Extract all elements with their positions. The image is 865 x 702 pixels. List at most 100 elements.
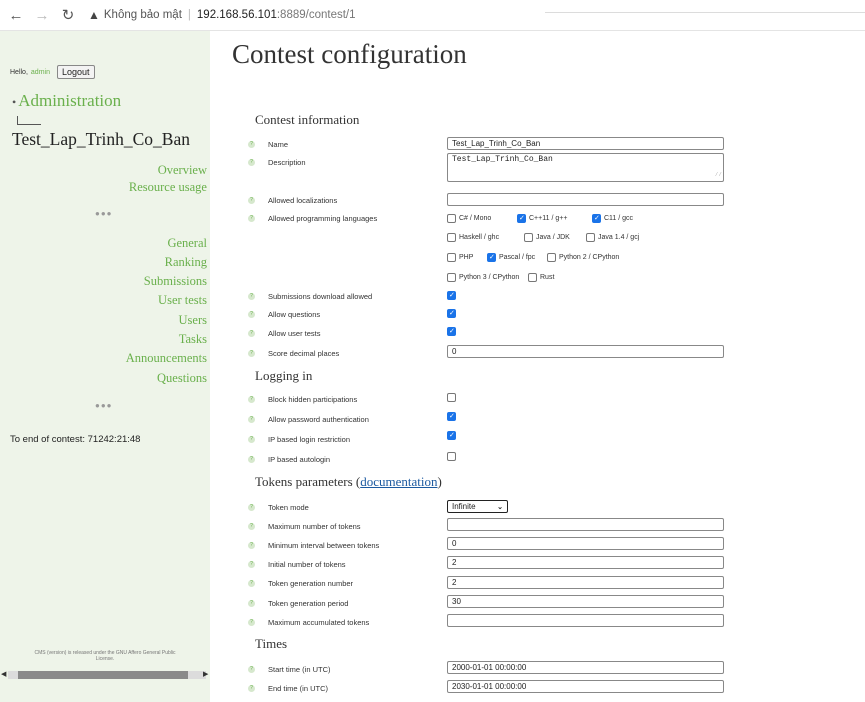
sidebar-item-ranking[interactable]: Ranking: [165, 255, 207, 270]
lang-php[interactable]: PHP: [447, 253, 473, 262]
allow-questions-checkbox[interactable]: [447, 309, 456, 318]
help-icon[interactable]: ?: [248, 159, 255, 166]
help-icon[interactable]: ?: [248, 436, 255, 443]
sidebar-item-submissions[interactable]: Submissions: [144, 274, 207, 289]
administration-link[interactable]: • Administration: [12, 91, 121, 111]
allow-password-checkbox[interactable]: [447, 412, 456, 421]
sidebar-dots-separator: ●●●: [95, 209, 113, 218]
block-hidden-checkbox[interactable]: [447, 393, 456, 402]
sidebar-item-tasks[interactable]: Tasks: [179, 332, 207, 347]
scrollbar-thumb[interactable]: [18, 671, 188, 679]
chevron-down-icon: ⌄: [497, 503, 503, 511]
help-icon[interactable]: ?: [248, 600, 255, 607]
username-link[interactable]: admin: [31, 69, 50, 76]
lang-pascal[interactable]: Pascal / fpc: [487, 253, 535, 262]
lang-c11[interactable]: C11 / gcc: [592, 214, 633, 223]
resize-grip-icon[interactable]: ∕∕: [715, 170, 722, 180]
sidebar: Hello, admin Logout • Administration Test…: [0, 31, 210, 702]
help-icon[interactable]: ?: [248, 504, 255, 511]
scroll-right-icon[interactable]: ▶: [203, 670, 208, 678]
help-icon[interactable]: ?: [248, 523, 255, 530]
max-accumulated-input[interactable]: [447, 614, 724, 627]
gen-number-label: ? Token generation number: [248, 579, 353, 588]
address-bar[interactable]: ▲ Không bảo mật | 192.168.56.101 :8889/c…: [88, 8, 356, 22]
administration-label: Administration: [18, 91, 122, 110]
help-icon[interactable]: ?: [248, 416, 255, 423]
checkbox[interactable]: [528, 273, 537, 282]
help-icon[interactable]: ?: [248, 685, 255, 692]
token-mode-select[interactable]: Infinite ⌄: [447, 500, 508, 513]
horizontal-scrollbar[interactable]: [8, 671, 206, 679]
gen-period-input[interactable]: 30: [447, 595, 724, 608]
sidebar-dots-separator: ●●●: [95, 401, 113, 410]
checkbox[interactable]: [447, 273, 456, 282]
sidebar-item-resource-usage[interactable]: Resource usage: [129, 180, 207, 195]
help-icon[interactable]: ?: [248, 215, 255, 222]
scroll-left-icon[interactable]: ◀: [1, 670, 6, 678]
lang-python2[interactable]: Python 2 / CPython: [547, 253, 619, 262]
initial-tokens-input[interactable]: 2: [447, 556, 724, 569]
allowed-localizations-input[interactable]: [447, 193, 724, 206]
help-icon[interactable]: ?: [248, 293, 255, 300]
help-icon[interactable]: ?: [248, 561, 255, 568]
sidebar-item-announcements[interactable]: Announcements: [126, 351, 207, 366]
help-icon[interactable]: ?: [248, 311, 255, 318]
lang-cpp11[interactable]: C++11 / g++: [517, 214, 567, 223]
lang-java-gcj[interactable]: Java 1.4 / gcj: [586, 233, 639, 242]
reload-icon[interactable]: ↻: [58, 5, 78, 25]
sidebar-item-users[interactable]: Users: [179, 313, 207, 328]
gen-number-input[interactable]: 2: [447, 576, 724, 589]
token-mode-label: ? Token mode: [248, 503, 309, 512]
name-input[interactable]: Test_Lap_Trinh_Co_Ban: [447, 137, 724, 150]
lang-rust[interactable]: Rust: [528, 273, 554, 282]
checkbox[interactable]: [524, 233, 533, 242]
help-icon[interactable]: ?: [248, 456, 255, 463]
page-title: Contest configuration: [232, 39, 467, 69]
greeting: Hello, admin Logout: [10, 65, 95, 79]
greeting-prefix: Hello,: [10, 68, 28, 76]
logout-button[interactable]: Logout: [56, 65, 95, 79]
help-icon[interactable]: ?: [248, 350, 255, 357]
sidebar-item-user-tests[interactable]: User tests: [158, 293, 207, 308]
help-icon[interactable]: ?: [248, 666, 255, 673]
help-icon[interactable]: ?: [248, 141, 255, 148]
allow-user-tests-checkbox[interactable]: [447, 327, 456, 336]
help-icon[interactable]: ?: [248, 580, 255, 587]
end-time-input[interactable]: 2030-01-01 00:00:00: [447, 680, 724, 693]
section-times: Times: [255, 636, 288, 651]
browser-toolbar: ← → ↻ ▲ Không bảo mật | 192.168.56.101 :…: [0, 0, 865, 30]
checkbox[interactable]: [447, 233, 456, 242]
checkbox-checked[interactable]: [592, 214, 601, 223]
submissions-download-checkbox[interactable]: [447, 291, 456, 300]
sidebar-item-general[interactable]: General: [167, 236, 207, 251]
lang-csharp[interactable]: C# / Mono: [447, 214, 491, 223]
forward-arrow-icon[interactable]: →: [32, 5, 52, 25]
description-textarea[interactable]: Test_Lap_Trinh_Co_Ban ∕∕: [447, 153, 724, 182]
lang-python3[interactable]: Python 3 / CPython: [447, 273, 519, 282]
back-arrow-icon[interactable]: ←: [6, 5, 26, 25]
lang-java-jdk[interactable]: Java / JDK: [524, 233, 570, 242]
max-tokens-input[interactable]: [447, 518, 724, 531]
lang-haskell[interactable]: Haskell / ghc: [447, 233, 499, 242]
checkbox-checked[interactable]: [517, 214, 526, 223]
address-path: :8889/contest/1: [276, 9, 356, 21]
ip-restriction-checkbox[interactable]: [447, 431, 456, 440]
checkbox[interactable]: [586, 233, 595, 242]
checkbox[interactable]: [547, 253, 556, 262]
help-icon[interactable]: ?: [248, 330, 255, 337]
help-icon[interactable]: ?: [248, 197, 255, 204]
checkbox-checked[interactable]: [487, 253, 496, 262]
score-decimal-input[interactable]: 0: [447, 345, 724, 358]
start-time-input[interactable]: 2000-01-01 00:00:00: [447, 661, 724, 674]
checkbox[interactable]: [447, 253, 456, 262]
documentation-link[interactable]: documentation: [360, 474, 437, 489]
sidebar-item-questions[interactable]: Questions: [157, 371, 207, 386]
sidebar-item-overview[interactable]: Overview: [158, 163, 207, 178]
checkbox[interactable]: [447, 214, 456, 223]
section-tokens-parameters: Tokens parameters (documentation): [255, 474, 442, 489]
min-interval-input[interactable]: 0: [447, 537, 724, 550]
ip-autologin-checkbox[interactable]: [447, 452, 456, 461]
help-icon[interactable]: ?: [248, 542, 255, 549]
help-icon[interactable]: ?: [248, 619, 255, 626]
help-icon[interactable]: ?: [248, 396, 255, 403]
